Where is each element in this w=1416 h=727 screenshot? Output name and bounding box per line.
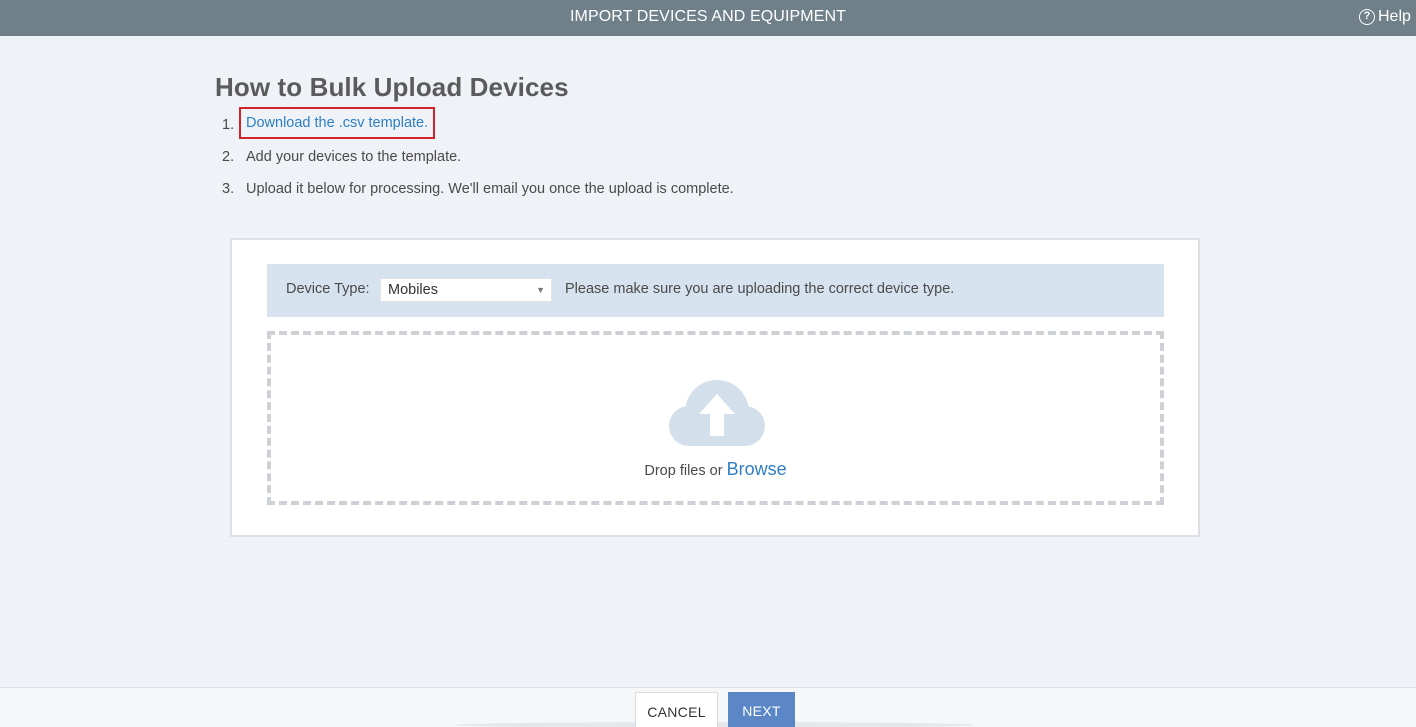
top-bar: IMPORT DEVICES AND EQUIPMENT ? Help [0,0,1416,36]
device-type-select[interactable]: Mobiles ▼ [380,278,552,302]
next-button[interactable]: NEXT [728,692,795,727]
cloud-upload-icon [669,380,765,446]
upload-panel: Device Type: Mobiles ▼ Please make sure … [230,238,1200,537]
dropzone-text: Drop files or Browse [271,459,1160,480]
step-1: 1. Download the .csv template. [222,107,436,139]
device-type-label: Device Type: [286,281,370,297]
device-type-bar: Device Type: Mobiles ▼ Please make sure … [267,264,1164,317]
help-button[interactable]: ? Help [1359,0,1411,33]
step-text: Upload it below for processing. We'll em… [246,181,734,197]
download-template-link[interactable]: Download the .csv template. [239,107,436,139]
device-type-value: Mobiles [388,282,438,298]
file-dropzone[interactable]: Drop files or Browse [267,331,1164,505]
step-number: 3. [222,181,235,197]
step-2: 2. Add your devices to the template. [222,147,461,167]
drop-files-text: Drop files or [644,463,723,479]
question-circle-icon: ? [1359,8,1375,25]
step-3: 3. Upload it below for processing. We'll … [222,179,734,199]
dropdown-caret-icon: ▼ [536,285,545,295]
browse-link[interactable]: Browse [727,459,787,479]
window-title: IMPORT DEVICES AND EQUIPMENT [569,8,847,25]
footer-bar: CANCEL NEXT [0,687,1416,727]
step-number: 2. [222,149,235,165]
help-label: Help [1378,8,1411,25]
cancel-button[interactable]: CANCEL [635,692,718,727]
step-text: Add your devices to the template. [246,149,462,165]
device-type-note: Please make sure you are uploading the c… [565,281,955,297]
page-title: How to Bulk Upload Devices [215,72,569,102]
